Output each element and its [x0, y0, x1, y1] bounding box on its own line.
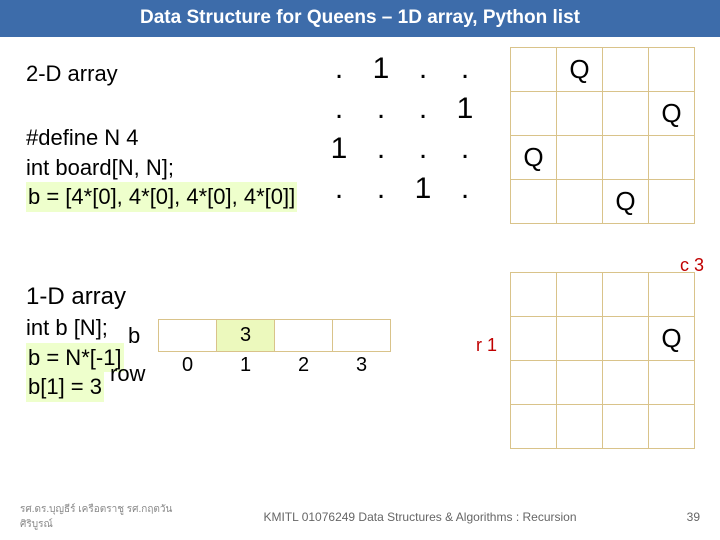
matrix-cell: 1	[322, 129, 356, 169]
board-cell	[511, 361, 557, 405]
matrix-cell: .	[322, 169, 356, 209]
board-cell	[649, 361, 695, 405]
footer-page: 39	[660, 510, 700, 524]
matrix-cell: 1	[364, 49, 398, 89]
footer-authors: รศ.ดร.บุญธีร์ เครือตราชู รศ.กฤตวัน ศิริบ…	[20, 502, 180, 532]
board-cell	[603, 405, 649, 449]
code-line: #define N 4	[26, 123, 297, 153]
heading-1d: 1-D array	[26, 283, 126, 311]
board-cell	[649, 136, 695, 180]
board-cell	[649, 405, 695, 449]
matrix-cell: .	[448, 49, 482, 89]
footer: รศ.ดร.บุญธีร์ เครือตราชู รศ.กฤตวัน ศิริบ…	[0, 496, 720, 540]
board-cell	[557, 136, 603, 180]
board-cell	[511, 405, 557, 449]
code-line: int board[N, N];	[26, 153, 297, 183]
matrix-dots: . 1 . . . . . 1 1 . . . . . 1 .	[314, 49, 490, 209]
board-cell	[603, 273, 649, 317]
board-cell	[511, 48, 557, 92]
matrix-cell: .	[406, 89, 440, 129]
matrix-cell: .	[448, 129, 482, 169]
board-cell	[557, 92, 603, 136]
section-2d: 2-D array	[26, 61, 118, 87]
board-cell	[511, 317, 557, 361]
code-2d: #define N 4 int board[N, N]; b = [4*[0],…	[26, 123, 297, 212]
code-line-highlight: b = N*[-1]	[26, 343, 124, 373]
board-bottom: Q	[510, 272, 695, 449]
board-cell: Q	[649, 92, 695, 136]
array-index: 3	[333, 352, 391, 380]
code-line-highlight: b = [4*[0], 4*[0], 4*[0], 4*[0]]	[26, 182, 297, 212]
board-cell: Q	[603, 180, 649, 224]
board-cell	[557, 361, 603, 405]
board-cell	[511, 273, 557, 317]
board-cell: Q	[649, 317, 695, 361]
code-line-highlight: b[1] = 3	[26, 372, 104, 402]
matrix-cell: .	[448, 169, 482, 209]
slide-title: Data Structure for Queens – 1D array, Py…	[0, 0, 720, 37]
array-label-row: row	[110, 361, 145, 387]
board-cell: Q	[557, 48, 603, 92]
label-r1: r 1	[476, 335, 497, 356]
matrix-cell: .	[322, 89, 356, 129]
matrix-cell: .	[406, 49, 440, 89]
array-cell	[275, 320, 333, 352]
array-label-b: b	[128, 323, 140, 349]
array-cell	[333, 320, 391, 352]
board-cell	[603, 48, 649, 92]
matrix-cell: 1	[448, 89, 482, 129]
matrix-cell: 1	[406, 169, 440, 209]
slide-body: 2-D array #define N 4 int board[N, N]; b…	[0, 37, 720, 517]
board-cell	[511, 92, 557, 136]
board-cell	[603, 361, 649, 405]
footer-course: KMITL 01076249 Data Structures & Algorit…	[180, 510, 660, 524]
board-cell	[649, 48, 695, 92]
array-index: 0	[159, 352, 217, 380]
heading-2d: 2-D array	[26, 61, 118, 87]
array-index: 2	[275, 352, 333, 380]
matrix-cell: .	[364, 89, 398, 129]
array-cell: 3	[217, 320, 275, 352]
array-diagram: b row 3 0 1 2 3	[158, 319, 391, 380]
board-cell	[649, 180, 695, 224]
board-cell	[557, 317, 603, 361]
board-top: Q Q Q Q	[510, 47, 695, 224]
board-cell	[603, 136, 649, 180]
board-cell	[557, 273, 603, 317]
code-line: int b [N];	[26, 313, 126, 343]
matrix-cell: .	[406, 129, 440, 169]
board-cell	[511, 180, 557, 224]
board-cell	[603, 317, 649, 361]
array-cell	[159, 320, 217, 352]
matrix-cell: .	[364, 129, 398, 169]
matrix-cell: .	[364, 169, 398, 209]
board-cell	[649, 273, 695, 317]
code-1d: int b [N]; b = N*[-1] b[1] = 3	[26, 313, 126, 402]
board-cell	[603, 92, 649, 136]
array-index: 1	[217, 352, 275, 380]
matrix-cell: .	[322, 49, 356, 89]
board-cell	[557, 405, 603, 449]
board-cell	[557, 180, 603, 224]
board-cell: Q	[511, 136, 557, 180]
